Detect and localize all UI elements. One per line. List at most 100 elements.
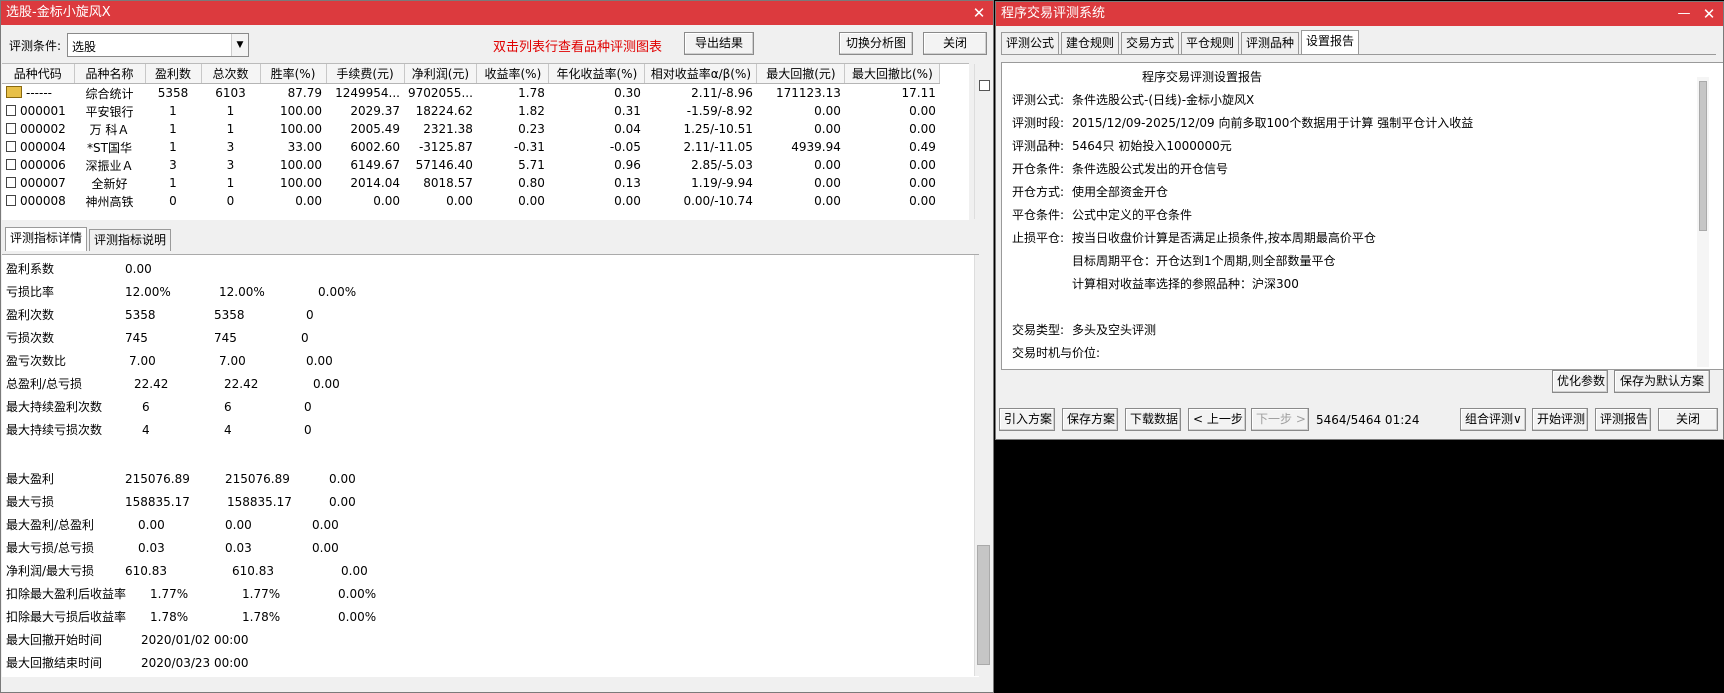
- left-close-button[interactable]: 关闭: [923, 32, 987, 55]
- col-header[interactable]: 手续费(元): [326, 64, 405, 84]
- cell-text: 0.00: [446, 194, 473, 208]
- detail-value-short: 0.00: [329, 472, 356, 486]
- tab-right-0[interactable]: 评测公式: [1001, 32, 1060, 54]
- detail-value-short: 0.00%: [318, 285, 357, 299]
- start-eval-button[interactable]: 开始评测: [1532, 408, 1588, 431]
- cell-text: *ST国华: [87, 140, 132, 155]
- download-button[interactable]: 下载数据: [1125, 408, 1181, 431]
- col-header[interactable]: 收益率(%): [476, 64, 550, 84]
- table-row[interactable]: 000006 深振业Ａ 3 3 100.00 6149.67 57146.40 5.71 0.9…: [2, 156, 940, 174]
- cell-text: 0.00: [909, 104, 936, 118]
- chevron-down-icon[interactable]: ▼: [231, 34, 248, 56]
- col-header[interactable]: 总次数: [201, 64, 261, 84]
- cell-text: 0.04: [614, 122, 641, 136]
- tab-right-2[interactable]: 交易方式: [1121, 32, 1180, 54]
- combo-eval-button[interactable]: 组合评测∨: [1460, 408, 1526, 431]
- report-text: 条件选股公式发出的开仓信号: [1072, 162, 1229, 176]
- table-cell: 3: [145, 156, 201, 174]
- detail-value-all: 22.42: [134, 377, 169, 391]
- cell-text: 000001: [20, 104, 66, 118]
- table-cell: 0.00: [845, 174, 940, 192]
- detail-value-all: 0.03: [138, 541, 165, 555]
- report-label: 止损平仓:: [1012, 231, 1065, 245]
- right-close-button[interactable]: 关闭: [1658, 408, 1718, 431]
- col-header[interactable]: 净利润(元): [404, 64, 478, 84]
- table-row[interactable]: 000001 平安银行 1 1 100.00 2029.37 18224.62 1.82 0.3…: [2, 102, 940, 120]
- save-default-button[interactable]: 保存为默认方案: [1614, 370, 1710, 393]
- report-text: 条件选股公式-(日线)-金标小旋风X: [1072, 93, 1255, 107]
- switch-chart-button[interactable]: 切换分析图: [839, 32, 913, 55]
- tab-right-3[interactable]: 平仓规则: [1181, 32, 1240, 54]
- col-header[interactable]: 品种名称: [74, 64, 146, 84]
- save-scheme-button[interactable]: 保存方案: [1062, 408, 1118, 431]
- detail-value-all: 7.00: [129, 354, 156, 368]
- detail-value-long: 158835.17: [227, 495, 292, 509]
- table-cell: 87.79: [260, 84, 326, 103]
- cell-text: 0.00: [814, 194, 841, 208]
- detail-row: 扣除最大亏损后收益率 1.78% 1.78% 0.00%: [6, 607, 966, 627]
- table-cell: 2.11/-11.05: [645, 138, 757, 156]
- table-row[interactable]: ------ 综合统计 5358 6103 87.79 1249954... 9702055…: [2, 84, 940, 103]
- condition-select[interactable]: 选股 ▼: [67, 33, 249, 57]
- table-row[interactable]: 000004 *ST国华 1 3 33.00 6002.60 -3125.87 -0.31 -0…: [2, 138, 940, 156]
- col-header[interactable]: 最大回撤比(%): [844, 64, 941, 84]
- report-scroll-thumb[interactable]: [1699, 81, 1707, 231]
- table-cell: 0.00: [549, 192, 645, 210]
- detail-value-all: 215076.89: [125, 472, 190, 486]
- next-button[interactable]: 下一步 >: [1251, 408, 1309, 431]
- report-label: 评测公式:: [1012, 93, 1065, 107]
- table-cell: 000001: [2, 102, 74, 120]
- tab-detail[interactable]: 评测指标详情: [5, 227, 88, 251]
- cell-text: 6103: [215, 86, 246, 100]
- report-text: 2015/12/09-2025/12/09 向前多取100个数据用于计算 强制平…: [1072, 116, 1474, 130]
- detail-value-long: 4: [224, 423, 232, 437]
- right-close-icon[interactable]: ✕: [1700, 2, 1718, 26]
- cell-text: 0.00: [814, 158, 841, 172]
- cell-text: 5358: [157, 86, 189, 100]
- table-scrollbar[interactable]: [974, 64, 993, 219]
- table-cell: 0.00/-10.74: [645, 192, 757, 210]
- col-header[interactable]: 品种代码: [2, 64, 75, 84]
- table-row[interactable]: 000002 万 科Ａ 1 1 100.00 2005.49 2321.38 0.23 0.04…: [2, 120, 940, 138]
- cell-text: 2014.04: [350, 176, 400, 190]
- table-cell: 57146.40: [404, 156, 477, 174]
- detail-scrollbar[interactable]: [974, 255, 993, 676]
- tab-right-1[interactable]: 建仓规则: [1061, 32, 1120, 54]
- col-header[interactable]: 年化收益率(%): [548, 64, 646, 84]
- report-label: 开仓条件:: [1012, 162, 1065, 176]
- cell-text: 全新好: [91, 176, 128, 191]
- detail-scroll-thumb[interactable]: [977, 545, 990, 665]
- table-row[interactable]: 000007 全新好 1 1 100.00 2014.04 8018.57 0.80 0.13 1…: [2, 174, 940, 192]
- table-cell: 2029.37: [326, 102, 404, 120]
- col-header[interactable]: 相对收益率α/β(%): [644, 64, 758, 84]
- minimize-icon[interactable]: —: [1673, 2, 1695, 26]
- condition-select-value: 选股: [72, 40, 97, 54]
- col-header[interactable]: 盈利数: [145, 64, 202, 84]
- prev-button[interactable]: < 上一步: [1188, 408, 1246, 431]
- import-button[interactable]: 引入方案: [999, 408, 1055, 431]
- export-button[interactable]: 导出结果: [684, 32, 754, 55]
- optimize-button[interactable]: 优化参数: [1552, 370, 1608, 393]
- col-header[interactable]: 胜率(%): [260, 64, 327, 84]
- tab-right-5[interactable]: 设置报告: [1301, 30, 1360, 54]
- cell-text: 100.00: [280, 158, 322, 172]
- cell-text: 0.00: [614, 194, 641, 208]
- cell-text: -1.59/-8.92: [686, 104, 753, 118]
- detail-value-long: 12.00%: [219, 285, 265, 299]
- tab-description[interactable]: 评测指标说明: [89, 229, 172, 251]
- table-row[interactable]: 000008 神州高铁 0 0 0.00 0.00 0.00 0.00 0.00 0.00/-10…: [2, 192, 940, 210]
- cell-text: 2005.49: [350, 122, 400, 136]
- left-close-icon[interactable]: ✕: [970, 1, 988, 25]
- cell-text: -3125.87: [418, 140, 473, 154]
- detail-row: 最大回撤开始时间 2020/01/02 00:00: [6, 630, 966, 650]
- table-cell: 18224.62: [404, 102, 477, 120]
- eval-report-button[interactable]: 评测报告: [1595, 408, 1651, 431]
- detail-label: 最大盈利: [6, 472, 55, 486]
- report-scrollbar[interactable]: [1697, 77, 1709, 367]
- col-header[interactable]: 最大回撤(元): [756, 64, 846, 84]
- detail-value-short: 0: [304, 400, 312, 414]
- table-cell: 9702055...: [404, 84, 477, 103]
- detail-value-all: 0.00: [125, 262, 152, 276]
- tab-right-4[interactable]: 评测品种: [1241, 32, 1300, 54]
- table-cell: ------: [2, 84, 74, 103]
